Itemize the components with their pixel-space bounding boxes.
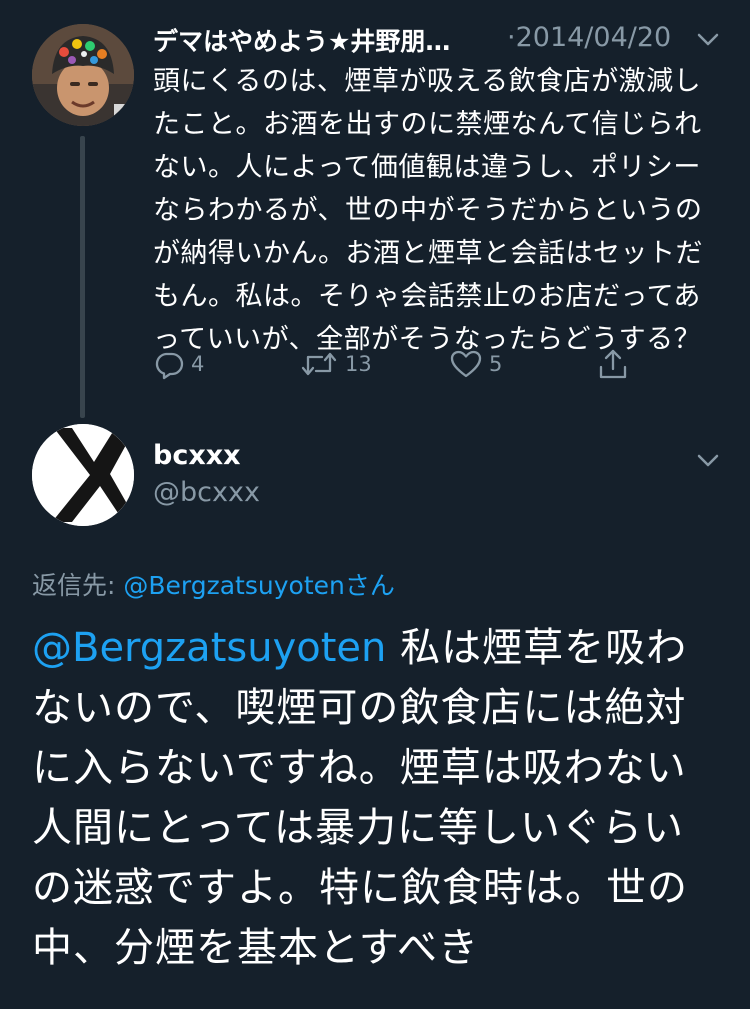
replying-to-label: 返信先: xyxy=(32,571,124,600)
parent-user-avatar[interactable] xyxy=(32,24,134,126)
share-icon xyxy=(599,349,627,379)
reply-display-name[interactable]: bcxxx xyxy=(153,440,241,471)
chevron-down-icon[interactable] xyxy=(693,445,723,475)
parent-tweet-text: 頭にくるのは、煙草が吸える飲食店が激減したこと。お酒を出すのに禁煙なんて信じられ… xyxy=(153,66,703,355)
chevron-down-icon[interactable] xyxy=(693,24,723,54)
replying-to-mention[interactable]: @Bergzatsuyoten xyxy=(123,571,344,600)
reply-body-text: 私は煙草を吸わないので、喫煙可の飲食店には絶対に入らないですね。煙草は吸わない人… xyxy=(32,625,688,971)
like-button[interactable]: 5 xyxy=(449,344,502,384)
reply-icon xyxy=(155,352,184,380)
share-button[interactable] xyxy=(596,344,636,384)
reply-count: 4 xyxy=(191,352,205,376)
tweet-actions: 4 13 5 xyxy=(153,344,653,384)
replying-to-suffix[interactable]: さん xyxy=(345,571,395,600)
retweet-icon xyxy=(301,352,337,376)
retweet-button[interactable]: 13 xyxy=(299,344,372,384)
x-avatar-icon xyxy=(32,424,134,526)
thread-line xyxy=(80,136,85,418)
parent-tweet-date[interactable]: ·2014/04/20 xyxy=(507,22,671,53)
reply-user-avatar[interactable] xyxy=(32,424,134,526)
parent-tweet-header: デマはやめよう★井野朋… ·2014/04/20 xyxy=(153,14,728,62)
reply-button[interactable]: 4 xyxy=(153,344,204,384)
like-count: 5 xyxy=(489,352,503,376)
reply-mention-link[interactable]: @Bergzatsuyoten xyxy=(32,625,386,671)
reply-tweet-text: @Bergzatsuyoten 私は煙草を吸わないので、喫煙可の飲食店には絶対に… xyxy=(32,618,722,978)
replying-to-line: 返信先: @Bergzatsuyotenさん xyxy=(32,566,395,602)
parent-display-name[interactable]: デマはやめよう★井野朋… xyxy=(153,22,450,58)
retweet-count: 13 xyxy=(345,352,372,376)
heart-icon xyxy=(450,350,482,378)
reply-user-handle[interactable]: @bcxxx xyxy=(153,477,260,508)
user-avatar-icon xyxy=(32,24,134,126)
